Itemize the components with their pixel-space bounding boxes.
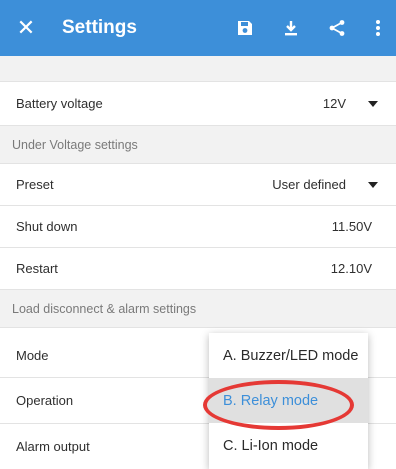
battery-voltage-row: Battery voltage 12V (0, 82, 396, 126)
menu-option-buzzer-led[interactable]: A. Buzzer/LED mode (209, 333, 368, 378)
share-icon[interactable] (314, 0, 360, 56)
preset-value: User defined (272, 177, 346, 192)
save-icon[interactable] (222, 0, 268, 56)
battery-voltage-label: Battery voltage (16, 96, 103, 111)
restart-row[interactable]: Restart 12.10V (0, 248, 396, 290)
caret-down-icon (368, 100, 378, 107)
under-voltage-section-header: Under Voltage settings (0, 126, 396, 164)
battery-voltage-dropdown[interactable]: 12V (323, 83, 396, 125)
restart-value: 12.10V (330, 261, 372, 276)
shut-down-value: 11.50V (331, 219, 372, 234)
app-bar: ✕ Settings (0, 0, 396, 56)
load-disconnect-section-header: Load disconnect & alarm settings (0, 290, 396, 328)
restart-label: Restart (16, 261, 58, 276)
top-spacer (0, 56, 396, 82)
shut-down-label: Shut down (16, 219, 78, 234)
battery-voltage-value: 12V (322, 96, 346, 111)
caret-down-icon (368, 181, 378, 188)
shut-down-row[interactable]: Shut down 11.50V (0, 206, 396, 248)
download-icon[interactable] (268, 0, 314, 56)
highlight-circle-annotation (203, 380, 354, 430)
preset-row: Preset User defined (0, 164, 396, 206)
preset-label: Preset (16, 177, 54, 192)
close-icon[interactable]: ✕ (0, 15, 52, 41)
page-title: Settings (62, 17, 137, 38)
preset-dropdown[interactable]: User defined (272, 164, 396, 206)
more-vert-icon[interactable] (360, 0, 396, 56)
